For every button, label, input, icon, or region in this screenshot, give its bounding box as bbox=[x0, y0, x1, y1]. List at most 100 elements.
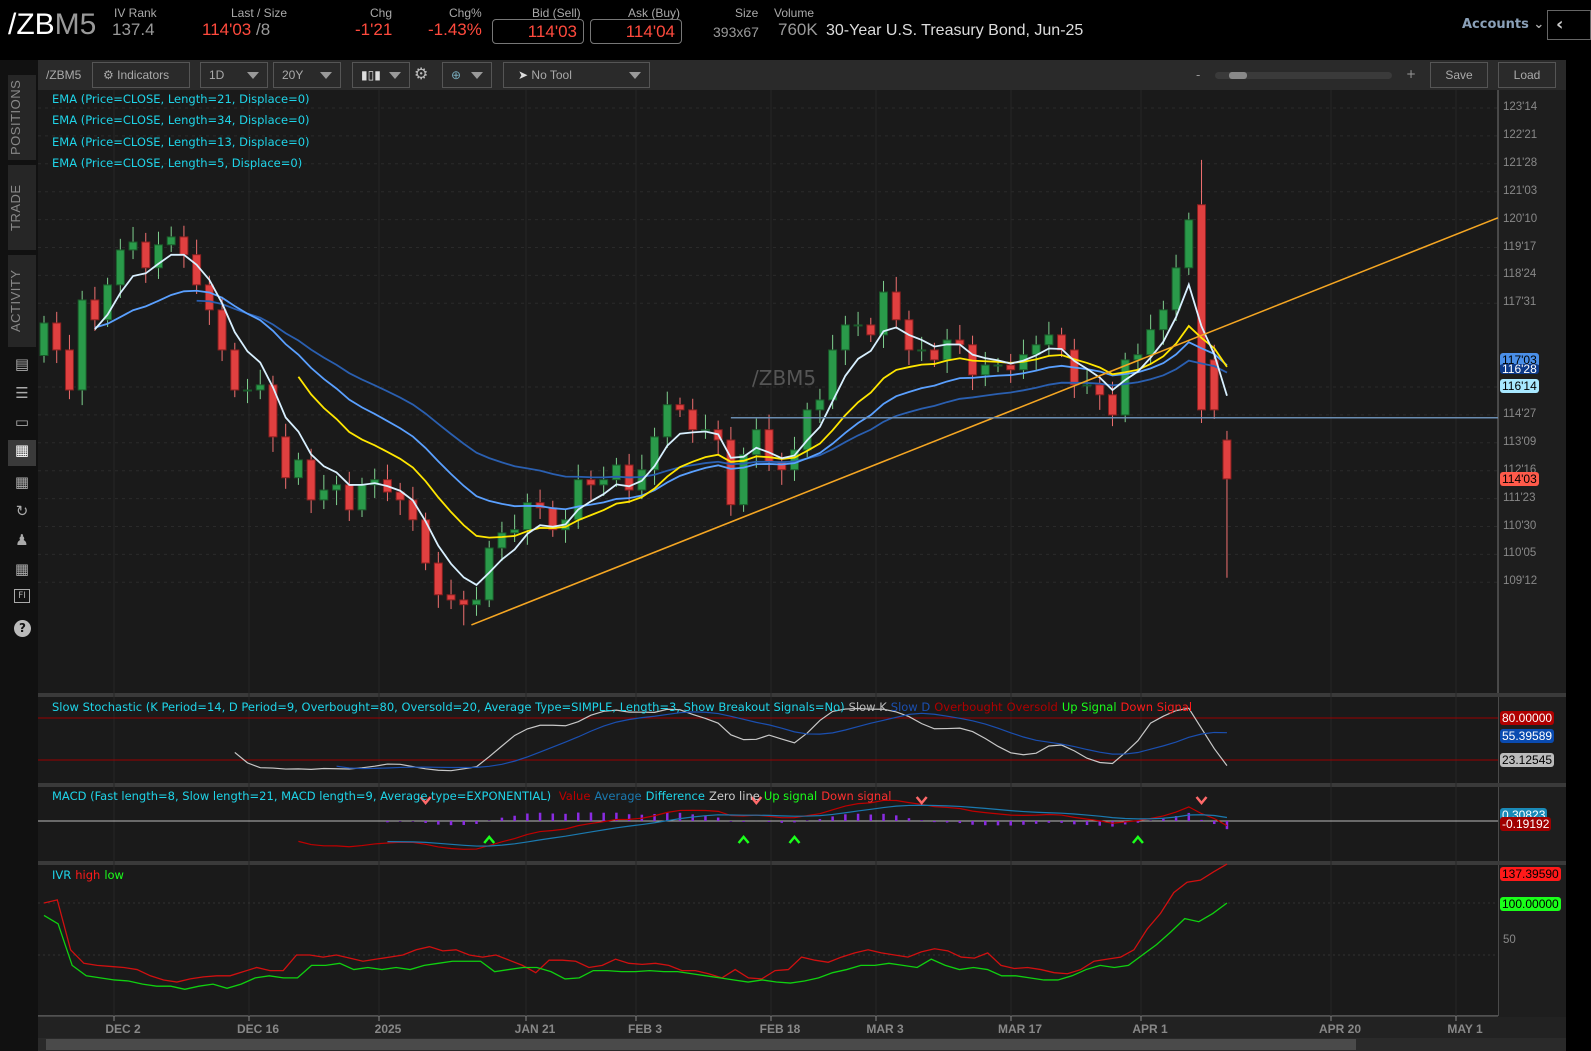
candle-body bbox=[1057, 334, 1067, 351]
candle-body bbox=[929, 349, 939, 361]
candle-body bbox=[1120, 359, 1130, 416]
candle-body bbox=[739, 454, 749, 506]
candle-body bbox=[879, 291, 889, 336]
overbought-badge: 80.00000 bbox=[1500, 711, 1555, 725]
candle-body bbox=[980, 364, 990, 376]
ema13-legend[interactable]: EMA (Price=CLOSE, Length=13, Displace=0) bbox=[52, 135, 310, 149]
time-axis-label: JAN 21 bbox=[514, 1022, 556, 1036]
time-axis-label: DEC 2 bbox=[105, 1022, 141, 1036]
candle-body bbox=[192, 254, 202, 286]
time-axis-label: MAR 3 bbox=[866, 1022, 904, 1036]
candle-body bbox=[90, 299, 100, 321]
ivr-axis-label: 50 bbox=[1503, 934, 1516, 946]
ivr-panel-bg bbox=[38, 865, 1498, 1016]
legend-up-signal: Up signal bbox=[763, 789, 818, 803]
ivr-legend[interactable]: IVR high low bbox=[52, 868, 128, 882]
candle-body bbox=[446, 594, 456, 601]
candle-body bbox=[751, 429, 761, 456]
time-axis-label: MAY 1 bbox=[1447, 1022, 1483, 1036]
candle-body bbox=[942, 339, 952, 361]
candle-body bbox=[243, 389, 253, 392]
panel-divider bbox=[38, 783, 1566, 787]
last-price-badge: 114'03 bbox=[1500, 472, 1539, 486]
price-axis-label: 110'30 bbox=[1503, 519, 1537, 532]
candle-body bbox=[840, 324, 850, 351]
candle-body bbox=[675, 404, 685, 411]
price-axis-label: 111'23 bbox=[1503, 491, 1536, 504]
symbol-watermark: /ZBM5 bbox=[752, 366, 817, 390]
candle-body bbox=[700, 429, 710, 432]
candle-body bbox=[179, 236, 189, 256]
candle-body bbox=[866, 324, 876, 336]
legend-slow-k: Slow K bbox=[848, 700, 887, 714]
scrollbar-thumb[interactable] bbox=[46, 1039, 1356, 1050]
candle-body bbox=[306, 459, 316, 501]
candle-body bbox=[510, 529, 520, 534]
candle-body bbox=[497, 532, 507, 549]
price-axis-label: 118'24 bbox=[1503, 268, 1537, 281]
price-axis-label: 123'14 bbox=[1503, 101, 1538, 113]
macd-value-badge: -0.19192 bbox=[1500, 817, 1552, 831]
candle-body bbox=[459, 599, 469, 606]
panel-divider bbox=[38, 693, 1566, 697]
candle-body bbox=[471, 599, 481, 606]
candle-body bbox=[332, 484, 342, 491]
time-axis-label: 2025 bbox=[374, 1022, 402, 1036]
candle-body bbox=[433, 562, 443, 596]
candle-body bbox=[484, 547, 494, 601]
slow-d-badge: 55.39589 bbox=[1500, 729, 1555, 743]
legend-oversold: Oversold bbox=[1006, 700, 1058, 714]
candle-body bbox=[815, 399, 825, 411]
legend-down-signal: Down Signal bbox=[1120, 700, 1193, 714]
candle-body bbox=[281, 436, 291, 479]
price-axis-label: 109'12 bbox=[1503, 575, 1538, 588]
legend-low: low bbox=[104, 868, 124, 882]
candle-body bbox=[1095, 384, 1105, 396]
legend-slow-d: Slow D bbox=[890, 700, 931, 714]
legend-zero-line: Zero line bbox=[708, 789, 760, 803]
stochastic-legend[interactable]: Slow Stochastic (K Period=14, D Period=9… bbox=[52, 700, 1196, 714]
candle-body bbox=[1006, 364, 1016, 371]
legend-difference: Difference bbox=[645, 789, 705, 803]
time-axis-label: DEC 16 bbox=[236, 1022, 280, 1036]
candle-body bbox=[319, 489, 329, 501]
panel-divider bbox=[38, 861, 1566, 865]
candle-body bbox=[115, 249, 125, 286]
slow-k-badge: 23.12545 bbox=[1500, 753, 1555, 767]
time-axis-label: APR 1 bbox=[1132, 1022, 1168, 1036]
candle-body bbox=[891, 291, 901, 321]
ivr-high-badge: 137.39590 bbox=[1500, 867, 1561, 881]
candle-body bbox=[293, 459, 303, 479]
legend-average: Average bbox=[594, 789, 642, 803]
ema34-legend[interactable]: EMA (Price=CLOSE, Length=34, Displace=0) bbox=[52, 113, 310, 127]
candle-body bbox=[39, 322, 49, 357]
candle-body bbox=[408, 499, 418, 521]
candle-body bbox=[128, 241, 138, 251]
candle-body bbox=[77, 299, 87, 391]
ivr-low-badge: 100.00000 bbox=[1500, 897, 1561, 911]
candle-body bbox=[599, 479, 609, 486]
candle-body bbox=[1197, 204, 1207, 411]
price-axis-label: 114'27 bbox=[1503, 407, 1537, 420]
legend-overbought: Overbought bbox=[934, 700, 1003, 714]
ivr-title: IVR bbox=[52, 868, 72, 882]
candle-body bbox=[917, 349, 927, 352]
candle-body bbox=[1044, 334, 1054, 346]
price-axis-label: 117'31 bbox=[1503, 296, 1537, 309]
price-axis-label: 110'05 bbox=[1503, 547, 1537, 560]
price-axis-label: 119'17 bbox=[1503, 240, 1537, 253]
ema21-legend[interactable]: EMA (Price=CLOSE, Length=21, Displace=0) bbox=[52, 92, 310, 106]
ema5-legend[interactable]: EMA (Price=CLOSE, Length=5, Displace=0) bbox=[52, 156, 302, 170]
candle-body bbox=[217, 309, 227, 351]
candle-body bbox=[1171, 267, 1181, 311]
price-axis-label: 121'03 bbox=[1503, 184, 1538, 197]
ema5-price-badge: 116'14 bbox=[1500, 379, 1539, 393]
ema34-price-badge: 116'28 bbox=[1500, 362, 1539, 376]
macd-legend[interactable]: MACD (Fast length=8, Slow length=21, MAC… bbox=[52, 789, 895, 803]
candle-body bbox=[586, 479, 596, 486]
candle-body bbox=[726, 439, 736, 506]
legend-value: Value bbox=[558, 789, 591, 803]
candle-body bbox=[1082, 384, 1092, 387]
candle-body bbox=[1146, 329, 1156, 356]
candle-body bbox=[1107, 394, 1117, 416]
